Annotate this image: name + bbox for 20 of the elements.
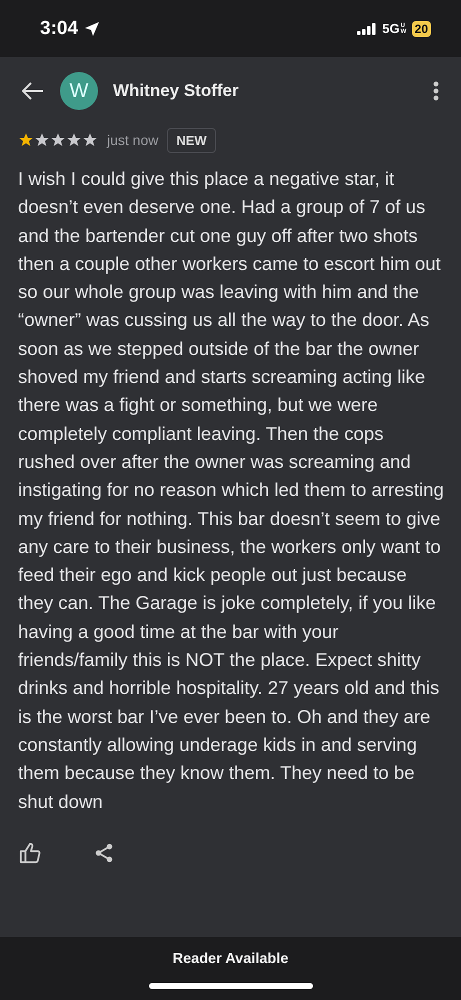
location-arrow-icon	[84, 20, 100, 36]
avatar: W	[60, 72, 98, 110]
new-badge: NEW	[167, 128, 216, 152]
back-arrow-icon[interactable]	[22, 82, 44, 100]
review-time: just now	[107, 132, 158, 148]
reviewer-name: Whitney Stoffer	[113, 81, 239, 101]
reader-available-label[interactable]: Reader Available	[172, 951, 288, 967]
battery-indicator: 20	[412, 20, 431, 36]
status-time: 3:04	[40, 18, 78, 40]
thumbs-up-icon[interactable]	[19, 842, 41, 864]
signal-icon	[357, 22, 378, 34]
star-icon	[66, 132, 82, 148]
more-options-icon[interactable]	[433, 81, 439, 101]
star-icon	[18, 132, 34, 148]
review-text: I wish I could give this place a negative star, it doesn’t even deserve one. Had a group of 7 of us and the bartender cut one guy off after two shots then a couple other workers came to escort him out so our whole group was leaving with him and the “owner” was cussing us all the way to the door. As soon as we stepped outside of the bar the owner shoved my friend and starts screaming acting like there was a fight or something, but we were completely compliant leaving. Then the cops rushed over after the owner was screaming and instigating for no reason which led them to arresting my friend for nothing. This bar doesn’t seem to give any care to their business, the workers only want to feed their ego and kick people out just because they can. The Garage is joke completely, if you like having a good time at the bar with your friends/family this is NOT the place. Expect shitty drinks and horrible hospitality. 27 years old and this is the worst bar I’ve ever been to. Oh and they are constantly allowing underage kids in and serving them because they know them. They need to be shut down	[17, 167, 445, 814]
network-label: 5G	[382, 21, 400, 36]
share-icon[interactable]	[93, 842, 115, 864]
star-icon	[82, 132, 98, 148]
star-icon	[34, 132, 50, 148]
star-icon	[50, 132, 66, 148]
